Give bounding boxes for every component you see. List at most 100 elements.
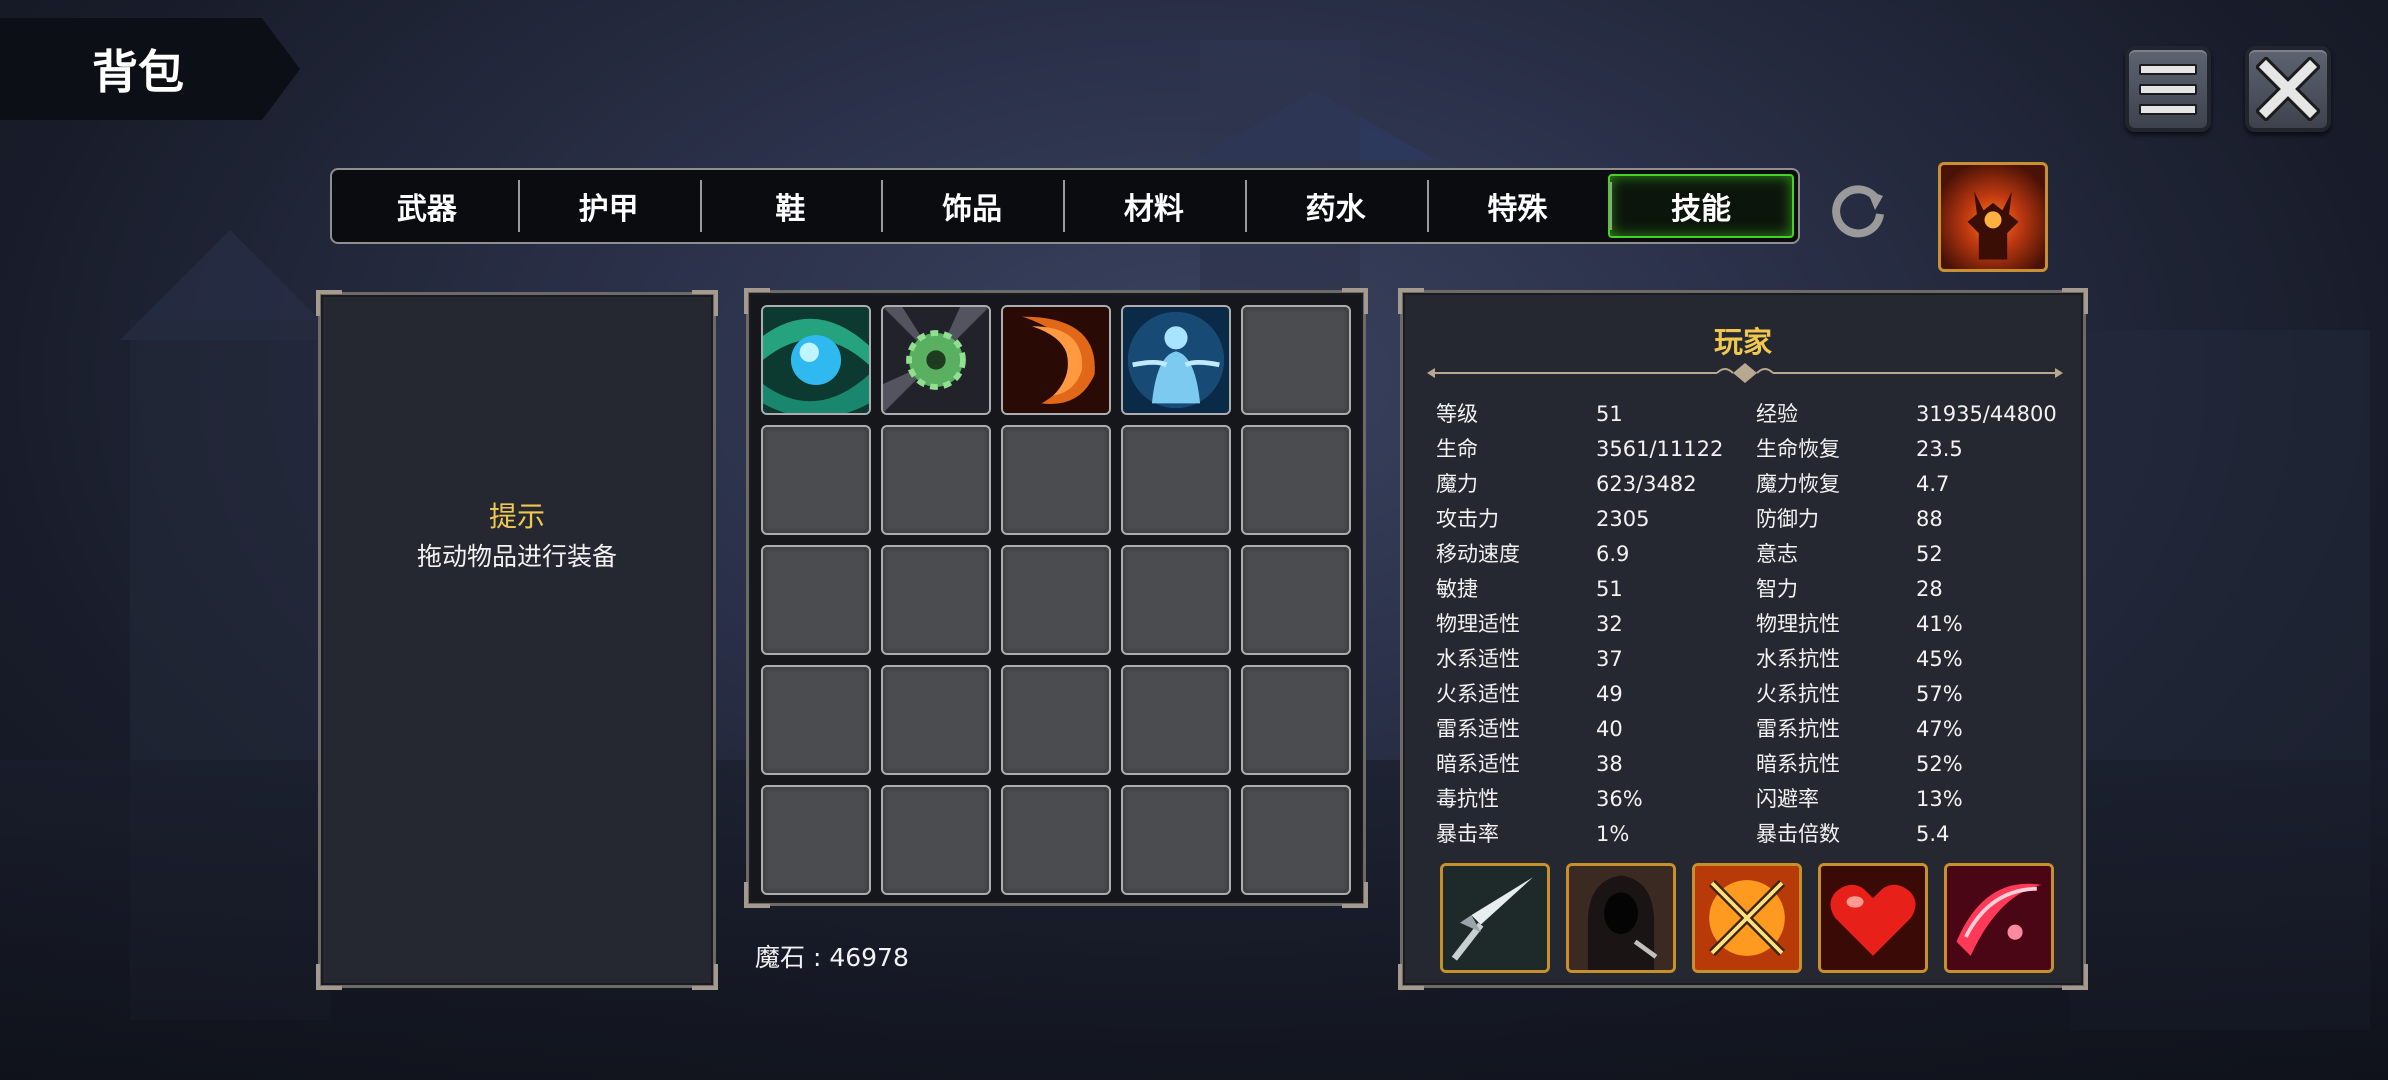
stat-value: 49 xyxy=(1596,682,1623,706)
stat-value: 5.4 xyxy=(1916,822,1950,846)
stat-label: 水系抗性 xyxy=(1756,647,1840,671)
inventory-slot[interactable] xyxy=(761,785,871,895)
tab-special[interactable]: 特殊 xyxy=(1426,174,1609,238)
inventory-slot[interactable] xyxy=(1121,545,1231,655)
stat-value: 40 xyxy=(1596,717,1623,741)
stat-value: 52% xyxy=(1916,752,1963,776)
stat-label: 防御力 xyxy=(1756,507,1819,531)
equipped-skill-slot[interactable] xyxy=(1566,863,1676,973)
stat-label: 生命 xyxy=(1436,437,1478,461)
stat-value: 4.7 xyxy=(1916,472,1950,496)
inventory-slot[interactable] xyxy=(761,425,871,535)
equipped-skills xyxy=(1440,863,2054,973)
tab-armor[interactable]: 护甲 xyxy=(517,174,700,238)
stat-value: 45% xyxy=(1916,647,1963,671)
inventory-slot[interactable] xyxy=(1001,785,1111,895)
stat-label: 魔力 xyxy=(1436,472,1478,496)
inventory-panel xyxy=(744,288,1368,908)
category-tabs: 武器 护甲 鞋 饰品 材料 药水 特殊 技能 xyxy=(330,168,1800,244)
tab-potions[interactable]: 药水 xyxy=(1244,174,1427,238)
ornament-divider xyxy=(1427,363,2063,383)
hint-title: 提示 xyxy=(488,500,545,533)
equipped-skill-slot[interactable] xyxy=(1440,863,1550,973)
equipped-skill-slot[interactable] xyxy=(1692,863,1802,973)
inventory-slot[interactable] xyxy=(761,665,871,775)
stat-value: 3561/11122 xyxy=(1596,437,1724,461)
stat-value: 36% xyxy=(1596,787,1643,811)
inventory-slot[interactable] xyxy=(1001,545,1111,655)
stat-label: 等级 xyxy=(1436,402,1478,426)
stat-value: 51 xyxy=(1596,402,1623,426)
tab-shoes[interactable]: 鞋 xyxy=(699,174,882,238)
tab-materials[interactable]: 材料 xyxy=(1063,174,1245,238)
hint-panel: 提示 拖动物品进行装备 xyxy=(316,290,718,990)
inventory-slot[interactable] xyxy=(1121,305,1231,415)
stat-value: 37 xyxy=(1596,647,1623,671)
tab-weapons[interactable]: 武器 xyxy=(336,174,518,238)
inventory-slot[interactable] xyxy=(1121,785,1231,895)
inventory-slot[interactable] xyxy=(881,545,991,655)
magic-stone-currency: 魔石 : 46978 xyxy=(755,943,909,972)
stat-label: 物理适性 xyxy=(1436,612,1520,636)
tab-accessories[interactable]: 饰品 xyxy=(881,174,1063,238)
stat-label: 意志 xyxy=(1756,542,1798,566)
stat-label: 暗系抗性 xyxy=(1756,752,1840,776)
hint-text: 拖动物品进行装备 xyxy=(416,542,617,571)
stat-value: 51 xyxy=(1596,577,1623,601)
inventory-grid xyxy=(761,305,1351,895)
inventory-slot[interactable] xyxy=(1241,785,1351,895)
inventory-slot[interactable] xyxy=(1241,425,1351,535)
inventory-slot[interactable] xyxy=(1001,305,1111,415)
inventory-slot[interactable] xyxy=(1241,665,1351,775)
spinning-blade-skill-icon xyxy=(883,307,989,413)
inventory-slot[interactable] xyxy=(881,665,991,775)
close-icon xyxy=(2256,57,2320,121)
close-button[interactable] xyxy=(2245,46,2331,132)
player-stats-panel: 玩家 等级 51 经验 31935/44800 生命 3561/11122 生命恢复 23.5… xyxy=(1398,288,2088,990)
menu-icon xyxy=(2139,63,2197,115)
stat-value: 41% xyxy=(1916,612,1963,636)
refresh-icon[interactable] xyxy=(1825,176,1891,242)
stat-label: 物理抗性 xyxy=(1756,612,1840,636)
inventory-slot[interactable] xyxy=(1121,425,1231,535)
crimson-slash-skill-icon xyxy=(1947,866,2051,970)
stats-title: 玩家 xyxy=(1713,325,1772,359)
equipped-skill-slot[interactable] xyxy=(1944,863,2054,973)
inventory-slot[interactable] xyxy=(1121,665,1231,775)
page-title: 背包 xyxy=(92,45,184,99)
inventory-slot[interactable] xyxy=(881,785,991,895)
crossed-swords-skill-icon xyxy=(1695,866,1799,970)
demon-portrait-icon xyxy=(1967,191,2019,260)
fire-slash-skill-icon xyxy=(1003,307,1109,413)
spirit-figure-skill-icon xyxy=(1123,307,1229,413)
stat-value: 31935/44800 xyxy=(1916,402,2057,426)
inventory-slot[interactable] xyxy=(761,545,871,655)
character-portrait[interactable] xyxy=(1938,162,2048,272)
stat-label: 攻击力 xyxy=(1436,507,1499,531)
stat-label: 生命恢复 xyxy=(1756,437,1840,461)
inventory-slot[interactable] xyxy=(881,425,991,535)
stat-value: 38 xyxy=(1596,752,1623,776)
inventory-slot[interactable] xyxy=(1241,305,1351,415)
inventory-slot[interactable] xyxy=(1001,425,1111,535)
stat-value: 47% xyxy=(1916,717,1963,741)
inventory-slot[interactable] xyxy=(761,305,871,415)
stat-value: 52 xyxy=(1916,542,1943,566)
inventory-slot[interactable] xyxy=(1001,665,1111,775)
spear-thrust-skill-icon xyxy=(1443,866,1547,970)
stat-label: 雷系抗性 xyxy=(1756,717,1840,741)
inventory-slot[interactable] xyxy=(1241,545,1351,655)
tab-skills[interactable]: 技能 xyxy=(1608,174,1794,238)
hooded-assassin-skill-icon xyxy=(1569,866,1673,970)
stats-table: 等级 51 经验 31935/44800 生命 3561/11122 生命恢复 23.5 魔力 6… xyxy=(1436,397,2076,852)
menu-button[interactable] xyxy=(2125,46,2211,132)
stat-value: 88 xyxy=(1916,507,1943,531)
stat-label: 魔力恢复 xyxy=(1756,472,1840,496)
stat-value: 32 xyxy=(1596,612,1623,636)
stat-value: 13% xyxy=(1916,787,1963,811)
inventory-slot[interactable] xyxy=(881,305,991,415)
stat-label: 移动速度 xyxy=(1436,542,1520,566)
title-banner: 背包 xyxy=(0,18,300,120)
equipped-skill-slot[interactable] xyxy=(1818,863,1928,973)
stat-value: 623/3482 xyxy=(1596,472,1697,496)
